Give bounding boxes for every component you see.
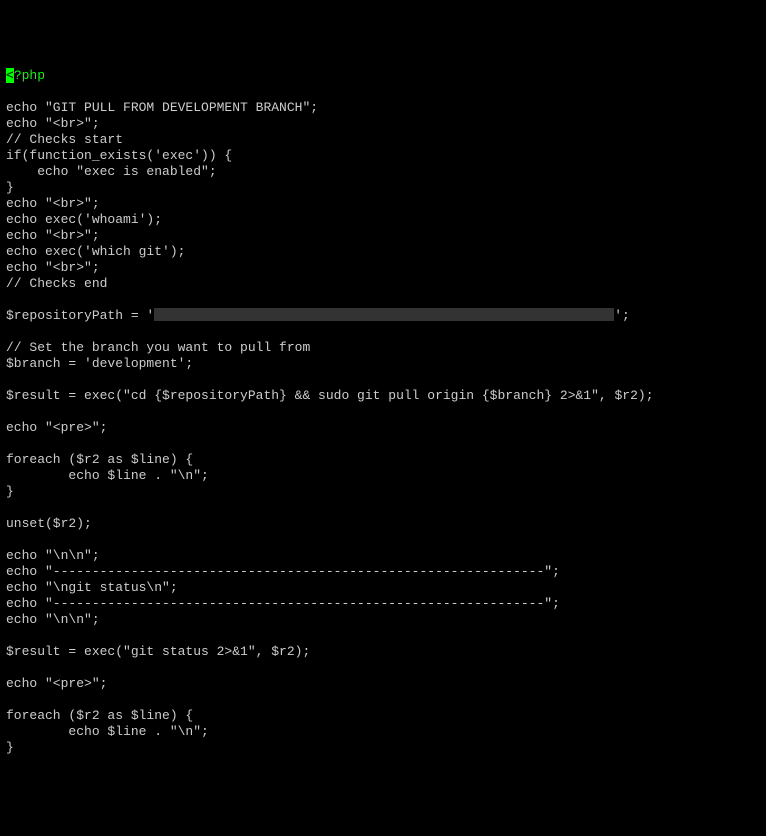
code-line: // Set the branch you want to pull from xyxy=(6,340,760,356)
code-line: } xyxy=(6,180,760,196)
code-line: // Checks start xyxy=(6,132,760,148)
code-line: // Checks end xyxy=(6,276,760,292)
code-line: $result = exec("cd {$repositoryPath} && … xyxy=(6,388,760,404)
code-line: echo "\ngit status\n"; xyxy=(6,580,760,596)
code-line xyxy=(6,372,760,388)
code-line: echo "<br>"; xyxy=(6,196,760,212)
code-line: foreach ($r2 as $line) { xyxy=(6,452,760,468)
code-line xyxy=(6,692,760,708)
code-line xyxy=(6,500,760,516)
code-line: echo "----------------------------------… xyxy=(6,564,760,580)
code-line: $branch = 'development'; xyxy=(6,356,760,372)
redacted-path xyxy=(154,308,614,321)
php-tag: ?php xyxy=(14,68,45,83)
code-line: echo "GIT PULL FROM DEVELOPMENT BRANCH"; xyxy=(6,100,760,116)
code-block: <?php echo "GIT PULL FROM DEVELOPMENT BR… xyxy=(6,68,760,756)
code-line: echo "----------------------------------… xyxy=(6,596,760,612)
code-line: echo "\n\n"; xyxy=(6,612,760,628)
code-line: echo $line . "\n"; xyxy=(6,468,760,484)
code-line xyxy=(6,324,760,340)
code-line: if(function_exists('exec')) { xyxy=(6,148,760,164)
code-line: echo exec('whoami'); xyxy=(6,212,760,228)
code-line xyxy=(6,660,760,676)
code-line: } xyxy=(6,740,760,756)
code-line: echo "\n\n"; xyxy=(6,548,760,564)
code-line: foreach ($r2 as $line) { xyxy=(6,708,760,724)
code-line: echo "<br>"; xyxy=(6,228,760,244)
code-line: echo "<br>"; xyxy=(6,260,760,276)
code-line xyxy=(6,404,760,420)
code-line: $result = exec("git status 2>&1", $r2); xyxy=(6,644,760,660)
code-line xyxy=(6,84,760,100)
code-line: echo exec('which git'); xyxy=(6,244,760,260)
code-line: echo "<pre>"; xyxy=(6,420,760,436)
code-line: echo "<pre>"; xyxy=(6,676,760,692)
code-line: unset($r2); xyxy=(6,516,760,532)
repo-path-prefix: $repositoryPath = ' xyxy=(6,308,154,323)
code-line xyxy=(6,532,760,548)
code-line: echo "<br>"; xyxy=(6,116,760,132)
code-line xyxy=(6,436,760,452)
code-line: } xyxy=(6,484,760,500)
code-line xyxy=(6,628,760,644)
code-line: $repositoryPath = ' '; xyxy=(6,308,760,324)
code-line: echo $line . "\n"; xyxy=(6,724,760,740)
code-line: echo "exec is enabled"; xyxy=(6,164,760,180)
repo-path-suffix: '; xyxy=(614,308,630,323)
php-open-bracket: < xyxy=(6,68,14,83)
code-line xyxy=(6,292,760,308)
